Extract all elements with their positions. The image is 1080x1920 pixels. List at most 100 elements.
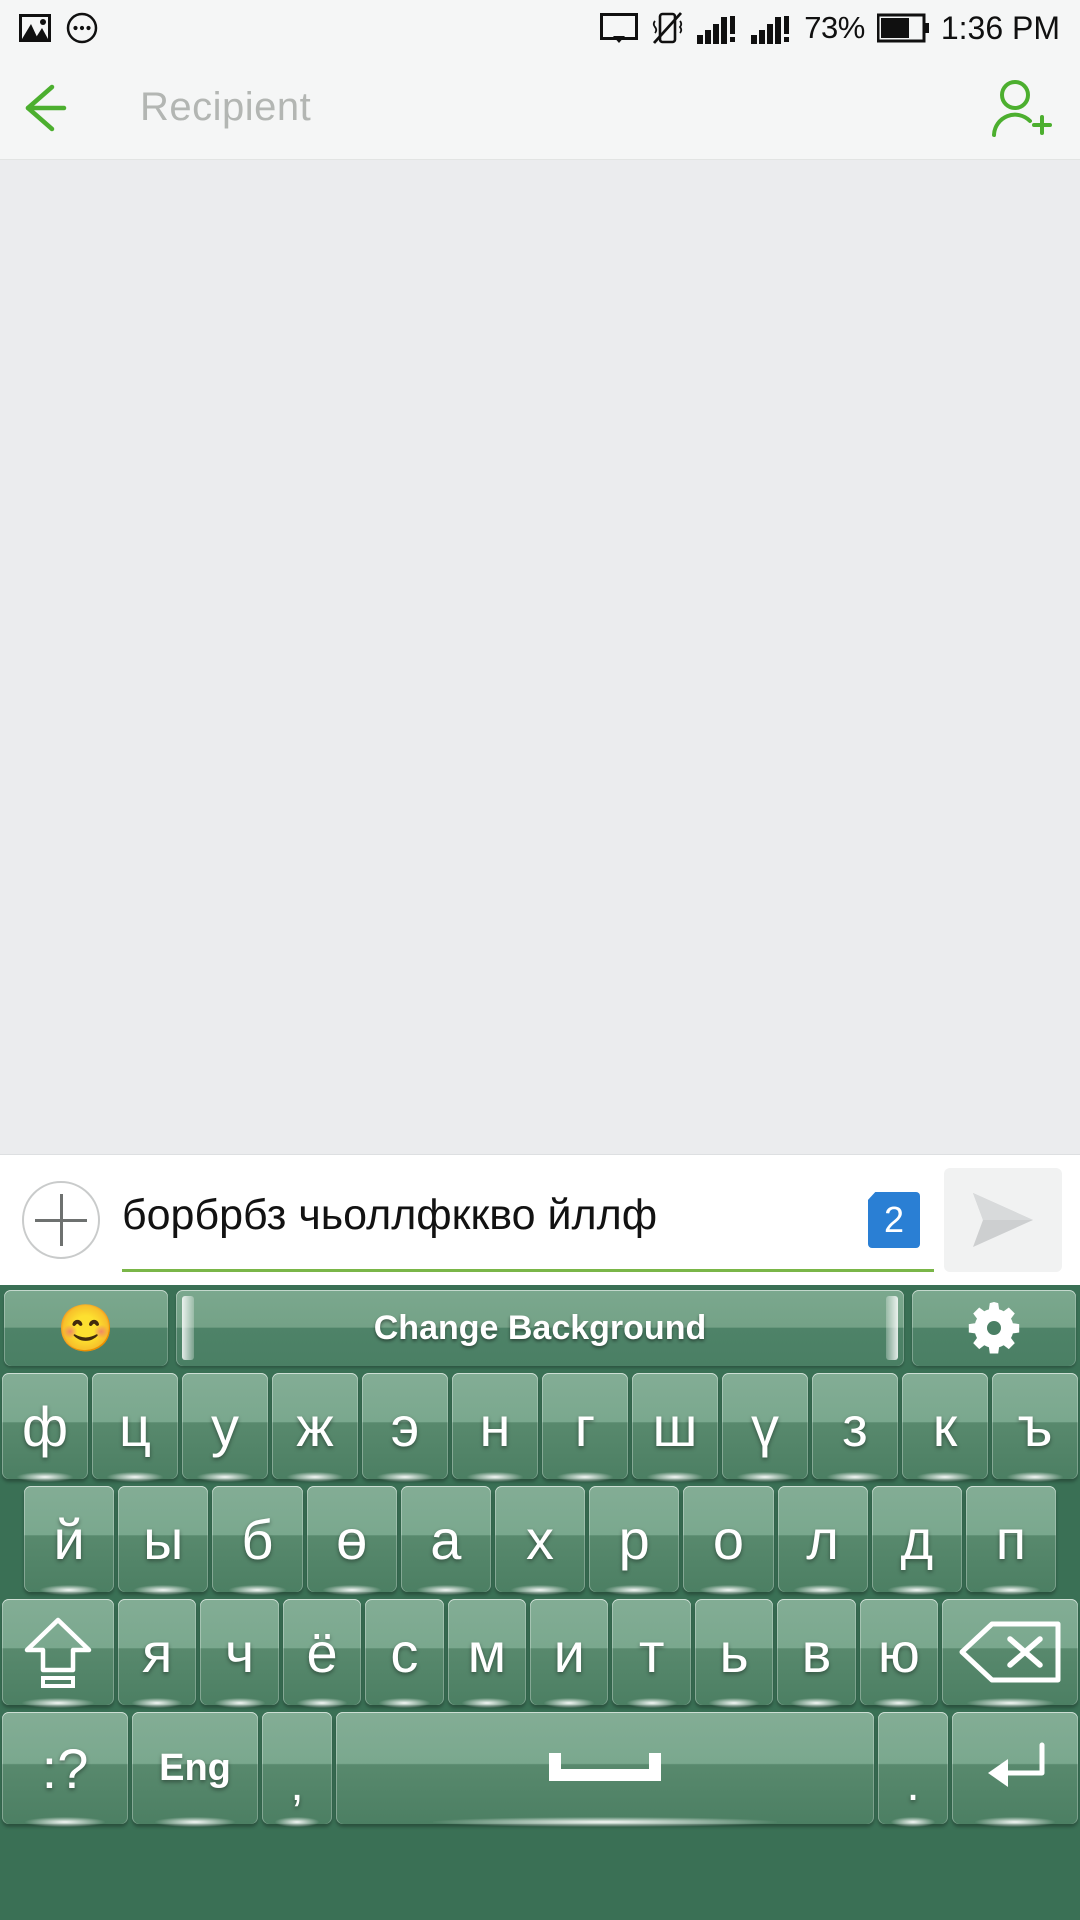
comma-key[interactable]: , [262,1712,332,1827]
key-m[interactable]: м [447,1599,527,1708]
key-label: п [995,1507,1027,1571]
key-label: у [211,1394,239,1458]
key-s[interactable]: с [365,1599,444,1708]
emoji-button[interactable]: 😊 [4,1290,168,1366]
key-label: р [618,1507,650,1571]
keyboard-row-1: ф ц у ж э н г ш ү з к ъ [2,1373,1078,1482]
key-ue[interactable]: ү [722,1373,808,1482]
key-label: . [906,1758,920,1811]
key-u[interactable]: у [182,1373,268,1482]
key-l[interactable]: л [777,1486,868,1595]
enter-icon [982,1739,1048,1797]
key-p[interactable]: п [965,1486,1057,1595]
more-circle-icon [66,12,98,44]
battery-icon [876,13,929,43]
key-e[interactable]: э [362,1373,448,1482]
keyboard-row-4: :? Eng , . [2,1712,1078,1827]
app-header: Recipient [0,56,1080,160]
key-yu[interactable]: ю [859,1599,939,1708]
key-label: ү [751,1394,779,1458]
key-label: к [932,1394,958,1458]
recipient-field[interactable]: Recipient [110,85,960,130]
change-background-label: Change Background [373,1308,707,1347]
key-ts[interactable]: ц [92,1373,178,1482]
key-label: ш [652,1394,698,1458]
key-label: з [842,1394,868,1458]
key-b[interactable]: б [212,1486,303,1595]
key-k[interactable]: к [902,1373,988,1482]
keyboard-row-2: й ы б ө а х р о л д п [2,1486,1078,1595]
key-z[interactable]: з [812,1373,898,1482]
key-label: с [390,1620,419,1684]
key-zh[interactable]: ж [272,1373,358,1482]
key-label: х [526,1507,555,1571]
key-i[interactable]: и [530,1599,609,1708]
signal-sim2-icon [750,12,792,44]
key-o[interactable]: о [683,1486,774,1595]
status-bar: 73% 1:36 PM [0,0,1080,56]
key-label: :? [41,1736,89,1800]
key-d[interactable]: д [871,1486,962,1595]
keyboard-settings-button[interactable] [912,1290,1076,1366]
message-input[interactable]: борбрбз чьоллфккво йллф [122,1191,657,1246]
key-yo[interactable]: ё [282,1599,362,1708]
key-sh[interactable]: ш [632,1373,718,1482]
key-label: н [479,1394,511,1458]
key-a[interactable]: а [400,1486,491,1595]
key-label: д [900,1507,934,1571]
key-soft-sign[interactable]: ь [694,1599,774,1708]
message-input-wrapper[interactable]: борбрбз чьоллфккво йллф 2 [122,1168,934,1272]
plus-icon[interactable] [22,1181,100,1259]
key-ya[interactable]: я [118,1599,197,1708]
key-label: г [574,1394,596,1458]
key-label: ы [143,1507,184,1571]
key-label: , [290,1758,304,1811]
key-label: ө [336,1507,368,1571]
change-background-button[interactable]: Change Background [176,1290,904,1366]
period-key[interactable]: . [878,1712,948,1827]
add-contact-button[interactable] [960,56,1080,160]
shift-arrow-icon [23,1614,93,1690]
key-label: о [712,1507,744,1571]
language-key[interactable]: Eng [132,1712,258,1827]
key-label: я [142,1620,173,1684]
backspace-key[interactable] [942,1599,1079,1708]
send-button[interactable] [944,1168,1062,1272]
key-short-i[interactable]: й [24,1486,115,1595]
key-label: м [467,1620,507,1684]
key-r[interactable]: р [589,1486,680,1595]
keyboard-toolbar: 😊 Change Background [0,1285,1080,1367]
status-bar-right-icons: 73% 1:36 PM [600,10,1080,47]
battery-percent-label: 73% [804,10,865,45]
key-t[interactable]: т [612,1599,691,1708]
enter-key[interactable] [952,1712,1078,1827]
keyboard-row-3: я ч ё с м и т ь в ю [2,1599,1079,1708]
key-yery[interactable]: ы [118,1486,209,1595]
key-label: и [553,1620,585,1684]
conversation-area[interactable] [0,160,1080,1155]
key-label: э [390,1394,420,1458]
cast-screen-icon [600,13,639,43]
key-hard-sign[interactable]: ъ [992,1373,1078,1482]
key-barred-o[interactable]: ө [306,1486,397,1595]
key-f[interactable]: ф [2,1373,88,1482]
gear-icon [968,1302,1020,1354]
screen-root: 73% 1:36 PM Recipient борбрбз чьоллфккво… [0,0,1080,1920]
sim-badge[interactable]: 2 [868,1192,920,1248]
key-v[interactable]: в [777,1599,856,1708]
shift-key[interactable] [2,1599,114,1708]
key-n[interactable]: н [452,1373,538,1482]
status-bar-left-icons [0,12,98,44]
key-kh[interactable]: х [494,1486,586,1595]
keyboard-key-rows: ф ц у ж э н г ш ү з к ъ й ы б ө а х р о … [0,1367,1080,1827]
virtual-keyboard: 😊 Change Background ф ц у ж э н г ш ү з … [0,1285,1080,1920]
symbols-key[interactable]: :? [2,1712,128,1827]
key-ch[interactable]: ч [200,1599,279,1708]
space-key[interactable] [336,1712,874,1827]
back-button[interactable] [0,56,110,160]
key-g[interactable]: г [542,1373,628,1482]
smiley-icon: 😊 [57,1302,115,1354]
compose-bar: борбрбз чьоллфккво йллф 2 [0,1155,1080,1285]
status-bar-clock: 1:36 PM [940,9,1060,46]
image-icon [18,13,52,43]
